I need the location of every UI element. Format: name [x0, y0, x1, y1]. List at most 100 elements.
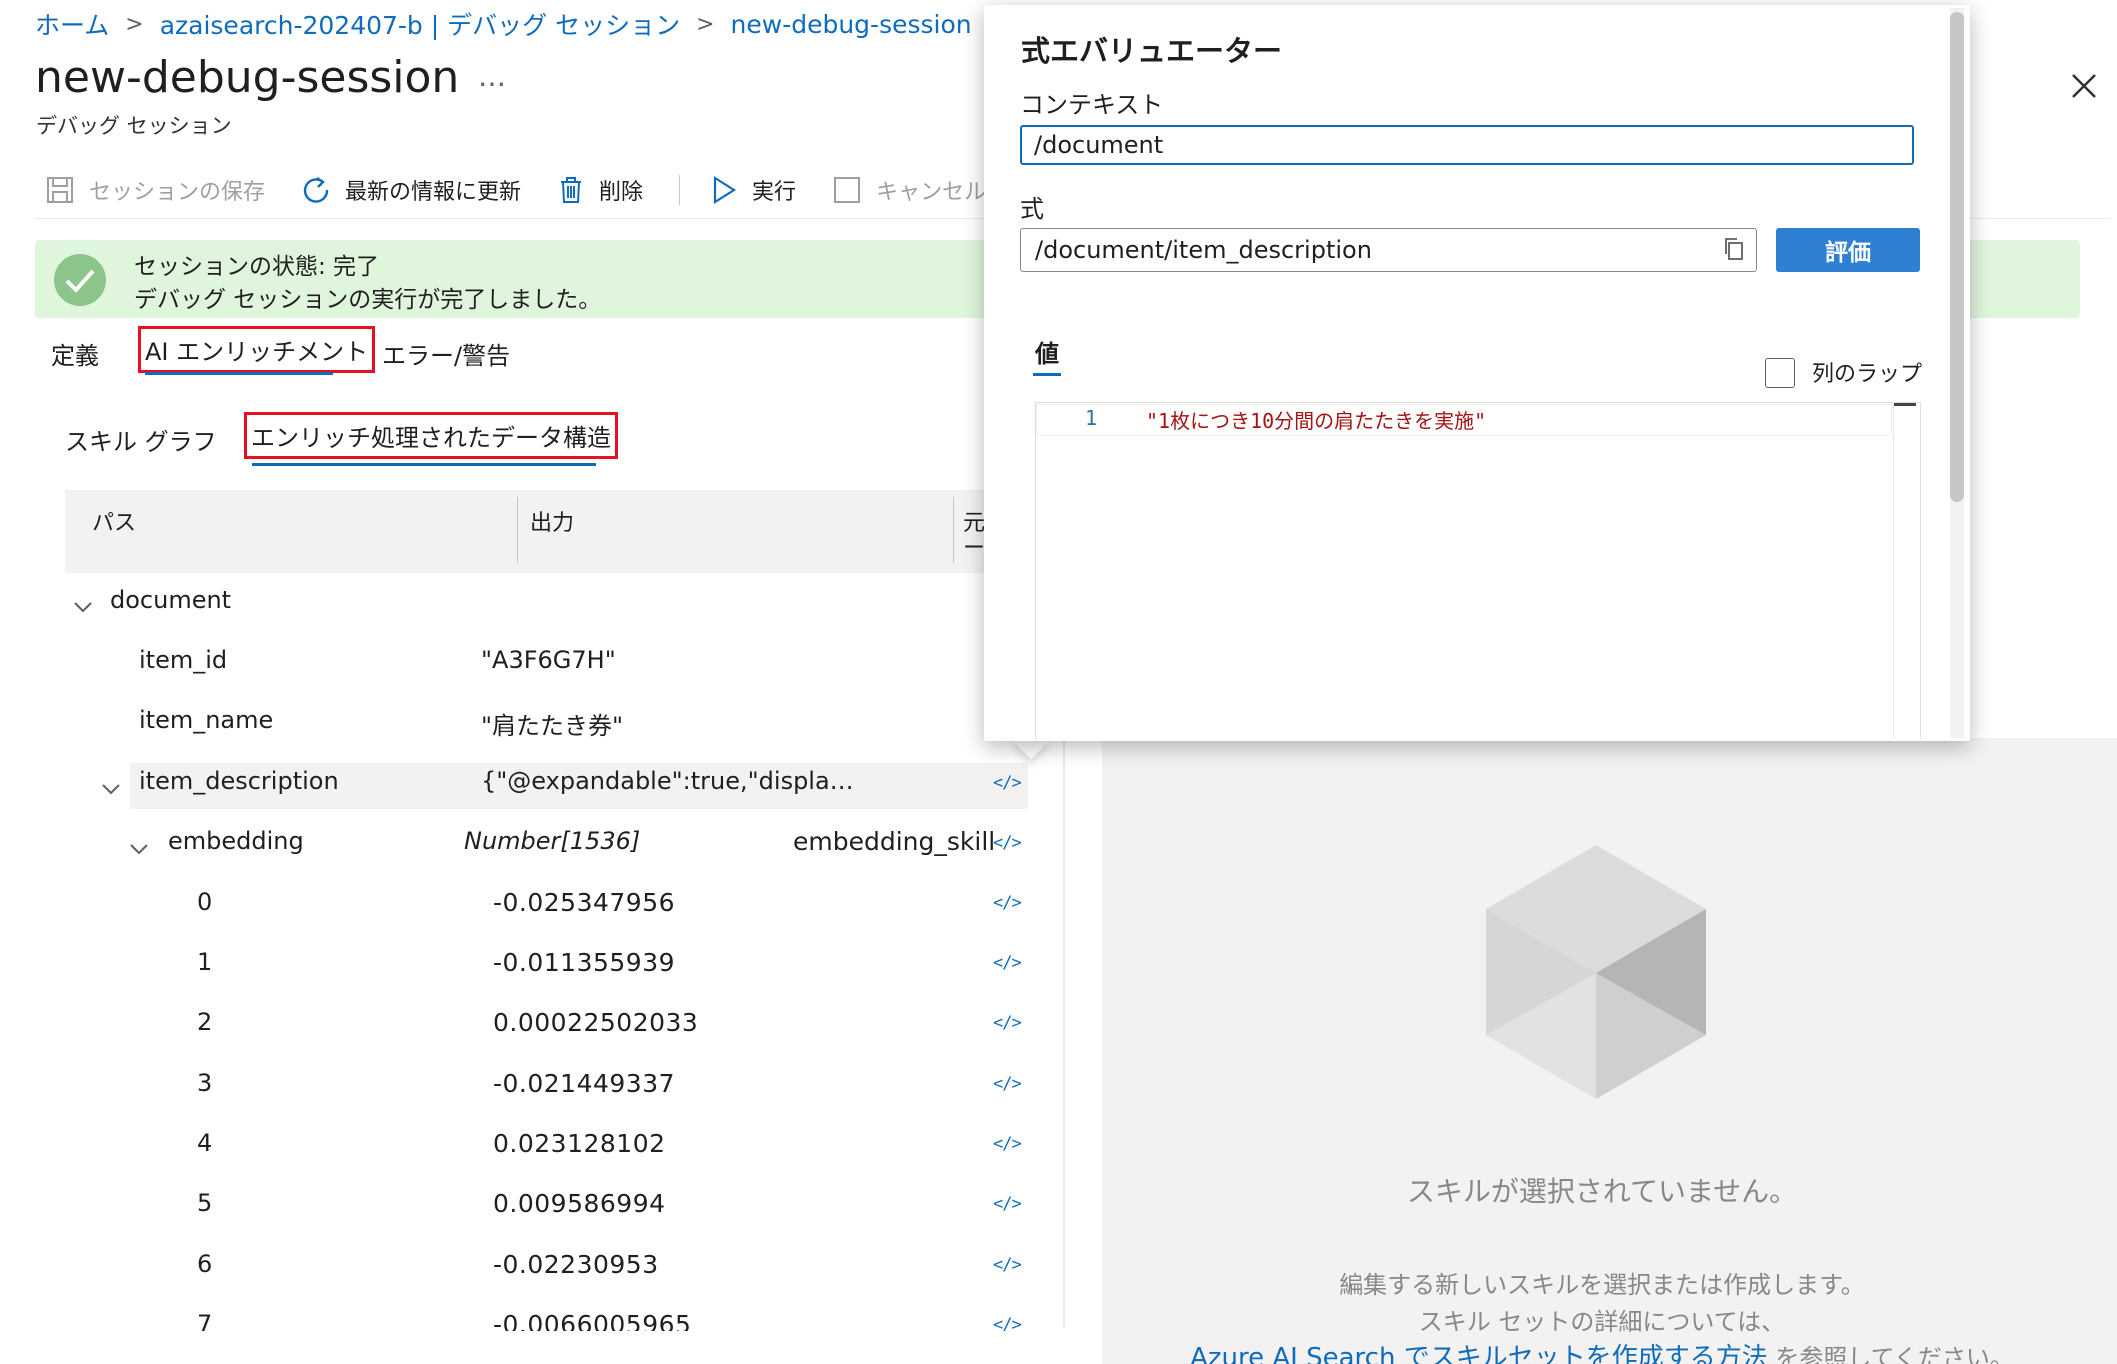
- context-input[interactable]: [1020, 125, 1914, 165]
- column-header-source-extra: ー: [963, 536, 986, 561]
- row-path-index[interactable]: 6: [197, 1250, 212, 1278]
- row-output-value: -0.021449337: [493, 1069, 676, 1098]
- row-output-item-description: {"@expandable":true,"displa…: [481, 767, 854, 795]
- save-icon: [47, 177, 73, 203]
- tab-value-underline: [1033, 373, 1061, 376]
- expression-label: 式: [1020, 195, 1044, 223]
- column-header-output[interactable]: 出力: [530, 505, 574, 537]
- run-label: 実行: [752, 180, 797, 205]
- refresh-button[interactable]: 最新の情報に更新: [301, 174, 521, 206]
- tab-errors-warnings[interactable]: エラー/警告: [382, 336, 510, 371]
- context-label: コンテキスト: [1020, 91, 1164, 119]
- chevron-down-icon[interactable]: [128, 838, 150, 860]
- tab-definition[interactable]: 定義: [51, 336, 99, 371]
- breadcrumb: ホーム > azaisearch-202407-b | デバッグ セッション >…: [35, 6, 1022, 42]
- breadcrumb-debug-sessions[interactable]: azaisearch-202407-b | デバッグ セッション: [160, 6, 680, 42]
- row-clip: 7 -0.0066005965 </>: [0, 1310, 1060, 1331]
- code-expression-icon[interactable]: </>: [993, 773, 1022, 793]
- copy-icon[interactable]: [1722, 236, 1746, 262]
- tab-enriched-data-structure[interactable]: エンリッチ処理されたデータ構造: [244, 412, 618, 459]
- page-title: new-debug-session: [35, 52, 460, 103]
- row-source-embedding-skill[interactable]: embedding_skill: [793, 827, 995, 856]
- close-icon[interactable]: [2064, 66, 2104, 106]
- editor-scrollbar-thumb[interactable]: [1894, 403, 1916, 435]
- code-value: "1枚につき10分間の肩たたきを実施": [1146, 409, 1487, 433]
- row-output-embedding: Number[1536]: [464, 827, 641, 855]
- code-expression-icon[interactable]: </>: [993, 833, 1022, 853]
- code-expression-icon[interactable]: </>: [993, 1255, 1022, 1275]
- code-expression-icon[interactable]: </>: [993, 953, 1022, 973]
- run-button[interactable]: 実行: [710, 174, 796, 206]
- column-header-path[interactable]: パス: [92, 505, 136, 537]
- row-path-index[interactable]: 3: [197, 1069, 212, 1097]
- tab-enriched-underline: [252, 463, 596, 466]
- breadcrumb-home[interactable]: ホーム: [35, 6, 109, 42]
- row-output-value: -0.0066005965: [493, 1310, 692, 1331]
- popup-scrollbar-thumb[interactable]: [1950, 12, 1964, 502]
- column-divider: [953, 497, 954, 563]
- cube-icon: [1484, 843, 1708, 1103]
- chevron-right-icon: >: [696, 11, 715, 37]
- code-expression-icon[interactable]: </>: [993, 1194, 1022, 1214]
- row-output-item-id: "A3F6G7H": [481, 646, 616, 674]
- row-path-item-description[interactable]: item_description: [139, 767, 339, 795]
- cancel-button[interactable]: キャンセル: [832, 174, 986, 206]
- row-path-item-id[interactable]: item_id: [139, 646, 227, 674]
- evaluator-title: 式エバリュエーター: [1021, 34, 1283, 68]
- delete-button[interactable]: 削除: [557, 174, 643, 206]
- save-session-label: セッションの保存: [89, 180, 266, 205]
- chevron-down-icon[interactable]: [72, 596, 94, 618]
- column-divider: [517, 497, 518, 563]
- line-number: 1: [1085, 406, 1098, 430]
- evaluate-button[interactable]: 評価: [1776, 228, 1920, 272]
- editor-scrollbar[interactable]: [1893, 403, 1918, 738]
- empty-state-line2: スキル セットの詳細については、: [1418, 1308, 1786, 1336]
- status-title: セッションの状態: 完了: [134, 254, 380, 280]
- trash-icon: [561, 177, 582, 203]
- command-bar: セッションの保存 最新の情報に更新 削除 実行 キャンセル: [45, 170, 1022, 210]
- row-output-value: -0.011355939: [493, 948, 676, 977]
- more-options-button[interactable]: …: [478, 60, 506, 93]
- checkmark-icon: [54, 254, 106, 306]
- tab-ai-enrichment-underline: [145, 372, 333, 375]
- tab-skill-graph[interactable]: スキル グラフ: [65, 422, 217, 457]
- chevron-right-icon: >: [125, 11, 144, 37]
- play-icon: [713, 176, 737, 204]
- empty-state-title: スキルが選択されていません。: [1406, 1175, 1798, 1208]
- save-session-button[interactable]: セッションの保存: [45, 174, 265, 206]
- cancel-label: キャンセル: [876, 180, 987, 205]
- expression-input[interactable]: [1020, 228, 1757, 272]
- row-path-index[interactable]: 7: [197, 1310, 212, 1331]
- tab-ai-enrichment[interactable]: AI エンリッチメント: [138, 326, 376, 373]
- skillset-docs-link[interactable]: Azure AI Search でスキルセットを作成する方法: [1190, 1343, 1768, 1364]
- code-expression-icon[interactable]: </>: [993, 1315, 1022, 1331]
- breadcrumb-session[interactable]: new-debug-session: [731, 10, 972, 39]
- empty-state-line1: 編集する新しいスキルを選択または作成します。: [1339, 1271, 1865, 1299]
- code-expression-icon[interactable]: </>: [993, 1074, 1022, 1094]
- chevron-down-icon[interactable]: [100, 778, 122, 800]
- stop-icon: [834, 177, 861, 203]
- table-header: [65, 490, 985, 573]
- row-output-item-name: "肩たたき券": [481, 712, 624, 740]
- tab-value[interactable]: 値: [1035, 334, 1059, 369]
- row-path-embedding[interactable]: embedding: [168, 827, 304, 855]
- empty-state-line3: Azure AI Search でスキルセットを作成する方法 を参照してください…: [1102, 1337, 2102, 1364]
- wrap-columns-checkbox[interactable]: [1765, 358, 1795, 388]
- row-output-value: 0.023128102: [493, 1129, 666, 1158]
- row-path-index[interactable]: 4: [197, 1129, 212, 1157]
- code-expression-icon[interactable]: </>: [993, 1013, 1022, 1033]
- code-expression-icon[interactable]: </>: [993, 893, 1022, 913]
- row-path-document[interactable]: document: [110, 586, 231, 614]
- row-path-item-name[interactable]: item_name: [139, 706, 273, 734]
- code-expression-icon[interactable]: </>: [993, 1134, 1022, 1154]
- page-subtitle: デバッグ セッション: [36, 114, 232, 138]
- row-path-index[interactable]: 5: [197, 1189, 212, 1217]
- row-path-index[interactable]: 1: [197, 948, 212, 976]
- refresh-label: 最新の情報に更新: [345, 180, 522, 205]
- row-path-index[interactable]: 0: [197, 888, 212, 916]
- pane-splitter[interactable]: [1063, 738, 1065, 1328]
- row-output-value: -0.025347956: [493, 888, 676, 917]
- row-path-index[interactable]: 2: [197, 1008, 212, 1036]
- wrap-columns-label: 列のラップ: [1812, 362, 1923, 387]
- value-editor[interactable]: [1035, 402, 1921, 739]
